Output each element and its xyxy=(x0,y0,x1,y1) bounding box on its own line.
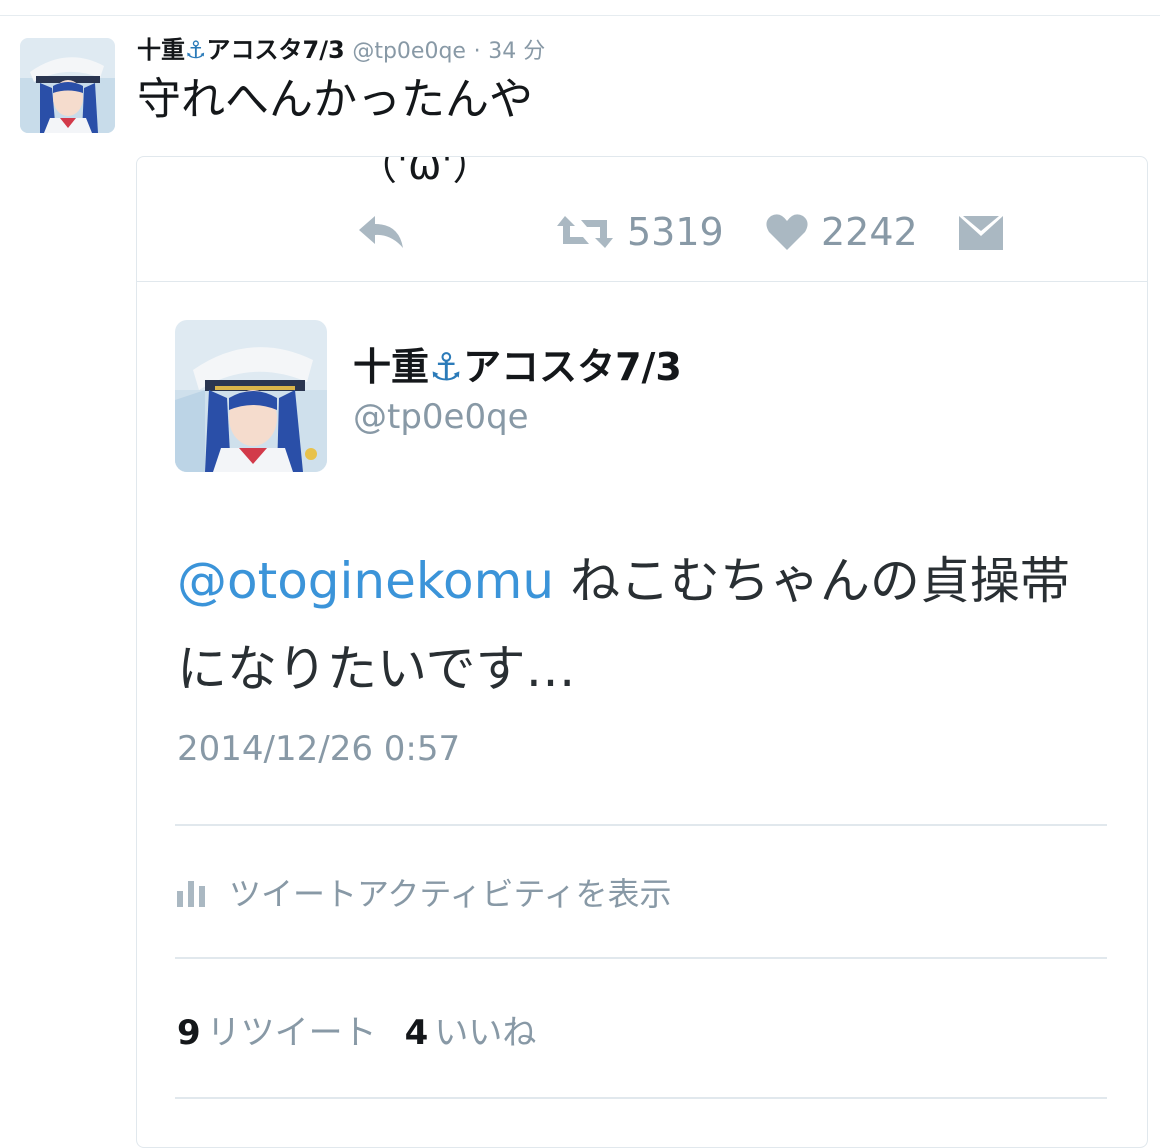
reply-icon xyxy=(359,216,403,248)
avatar-photo xyxy=(175,320,327,472)
like-stat-count[interactable]: 4 xyxy=(405,1013,429,1053)
inner-tweet-date[interactable]: 2014/12/26 0:57 xyxy=(177,729,460,769)
quoted-tweet-card[interactable]: （'ω'） 5319 2242 十重⚓アコスタ7/3 @tp0e0qe @oto… xyxy=(136,156,1148,1148)
timeline-divider xyxy=(0,15,1160,16)
cut-off-text: （'ω'） xyxy=(357,156,493,189)
retweet-stat-label: リツイート xyxy=(206,1013,377,1053)
like-button[interactable]: 2242 xyxy=(765,197,918,267)
envelope-icon xyxy=(959,216,1003,250)
retweet-count: 5319 xyxy=(627,210,724,254)
anchor-icon: ⚓ xyxy=(429,345,464,389)
tweet-stats: 9 リツイート 4 いいね xyxy=(177,1005,564,1054)
inner-avatar[interactable] xyxy=(175,320,327,472)
like-count: 2242 xyxy=(821,210,918,254)
avatar[interactable] xyxy=(20,38,115,133)
heart-icon xyxy=(766,214,808,250)
separator: · xyxy=(473,39,481,64)
retweet-stat-count[interactable]: 9 xyxy=(177,1013,201,1053)
card-divider xyxy=(137,281,1147,282)
tweet-header: 十重⚓アコスタ7/3 @tp0e0qe · 34 分 xyxy=(137,34,545,68)
reply-button[interactable] xyxy=(355,197,407,267)
retweet-button[interactable]: 5319 xyxy=(555,197,724,267)
inner-user-handle[interactable]: @tp0e0qe xyxy=(353,395,529,439)
tweet-activity-link[interactable]: ツイートアクティビティを表示 xyxy=(175,869,672,915)
retweet-icon xyxy=(557,216,613,248)
divider xyxy=(175,824,1107,826)
activity-label: ツイートアクティビティを表示 xyxy=(229,875,672,913)
like-stat-label: いいね xyxy=(434,1013,537,1053)
user-handle[interactable]: @tp0e0qe xyxy=(352,39,466,64)
display-name[interactable]: 十重⚓アコスタ7/3 xyxy=(137,36,345,64)
tweet-action-bar: 5319 2242 xyxy=(137,197,1147,267)
tweet-text: 守れへんかったんや xyxy=(137,74,533,125)
avatar-photo xyxy=(20,38,115,133)
inner-display-name[interactable]: 十重⚓アコスタ7/3 xyxy=(353,343,682,391)
divider xyxy=(175,957,1107,959)
divider xyxy=(175,1097,1107,1099)
tweet-timestamp[interactable]: 34 分 xyxy=(488,39,545,64)
inner-tweet-text: @otoginekomu ねこむちゃんの貞操帯になりたいです… xyxy=(177,552,1070,698)
mention-link[interactable]: @otoginekomu xyxy=(177,552,554,610)
anchor-icon: ⚓ xyxy=(185,36,207,64)
direct-message-button[interactable] xyxy=(957,197,1005,267)
bar-chart-icon xyxy=(177,881,205,907)
